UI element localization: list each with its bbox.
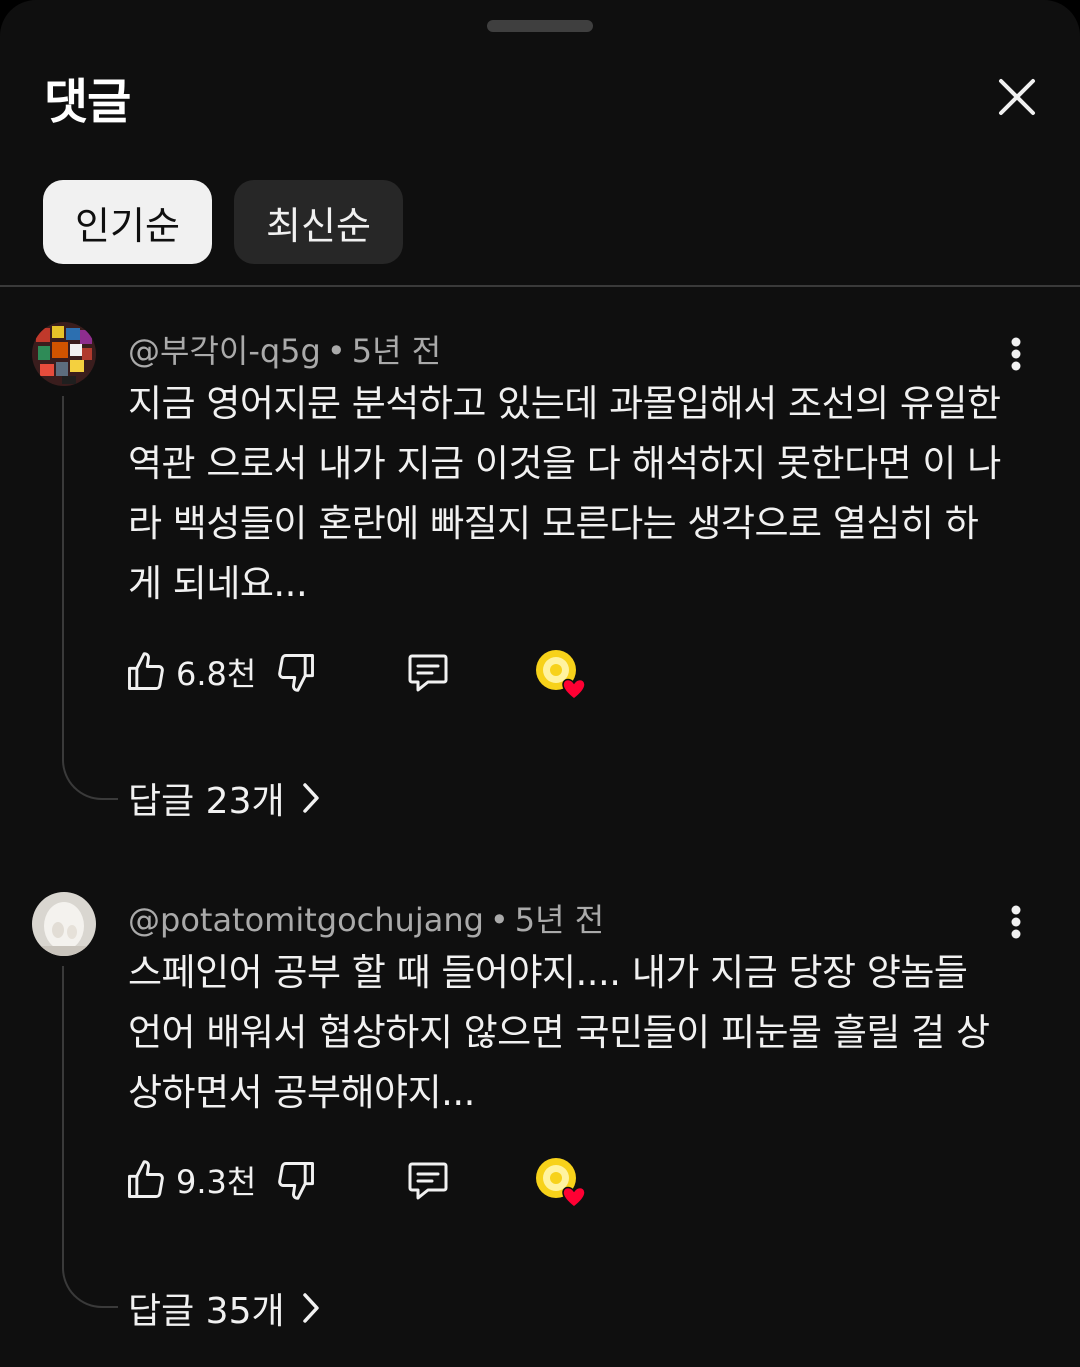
view-replies-button[interactable]: 답글 35개 [128,1282,325,1334]
thread-line [62,396,118,800]
creator-heart [534,1156,590,1212]
creator-heart [534,648,590,704]
comment-text: 스페인어 공부 할 때 들어야지.... 내가 지금 당장 양놈들 언어 배워서… [128,951,990,1114]
thumbs-down-icon [278,1162,314,1200]
like-button[interactable]: 9.3천 [124,1150,256,1210]
comment-meta: @potatomitgochujang • 5년 전 [128,901,605,939]
replies-label: 답글 23개 [128,781,285,822]
like-count: 6.8천 [176,655,257,693]
comment-time: 5년 전 [514,901,605,939]
reply-button[interactable] [404,1150,452,1210]
comment-author[interactable]: @potatomitgochujang [128,901,484,939]
creator-heart-icon [536,650,586,700]
more-vert-icon [1011,337,1021,371]
thumbs-down-icon [278,654,314,692]
dislike-button[interactable] [274,1150,318,1210]
view-replies-button[interactable]: 답글 23개 [128,772,325,824]
dislike-button[interactable] [274,642,318,702]
reply-button[interactable] [404,642,452,702]
avatar[interactable] [32,322,96,386]
sort-tab-newest[interactable]: 최신순 [234,180,403,264]
comment-author[interactable]: @부각이-q5g [128,332,321,370]
comment-meta: @부각이-q5g • 5년 전 [128,332,442,370]
avatar[interactable] [32,892,96,956]
like-button[interactable]: 6.8천 [124,642,256,702]
comments-sheet: 댓글 인기순 최신순 @부각이-q5g • 5년 전 지금 영어지문 분석하고 … [0,0,1080,1367]
creator-heart-icon [536,1158,586,1208]
like-count: 9.3천 [176,1163,257,1201]
drag-handle[interactable] [487,20,593,32]
reply-icon [408,1162,448,1200]
thumbs-up-icon [128,1160,164,1198]
header-divider [0,285,1080,287]
sort-tab-top[interactable]: 인기순 [43,180,212,264]
replies-label: 답글 35개 [128,1291,285,1332]
close-button[interactable] [990,70,1044,124]
comment-actions: 9.3천 [124,1150,604,1210]
thread-line [62,966,118,1308]
reply-icon [408,654,448,692]
chevron-right-icon [302,1293,319,1323]
chevron-right-icon [302,783,319,813]
sheet-title: 댓글 [44,74,131,130]
comment-text: 지금 영어지문 분석하고 있는데 과몰입해서 조선의 유일한 역관 으로서 내가… [128,382,1001,605]
close-icon [999,79,1035,115]
more-vert-icon [1011,905,1021,939]
thumbs-up-icon [128,652,164,690]
comment-time: 5년 전 [351,332,442,370]
comment-actions: 6.8천 [124,642,604,702]
